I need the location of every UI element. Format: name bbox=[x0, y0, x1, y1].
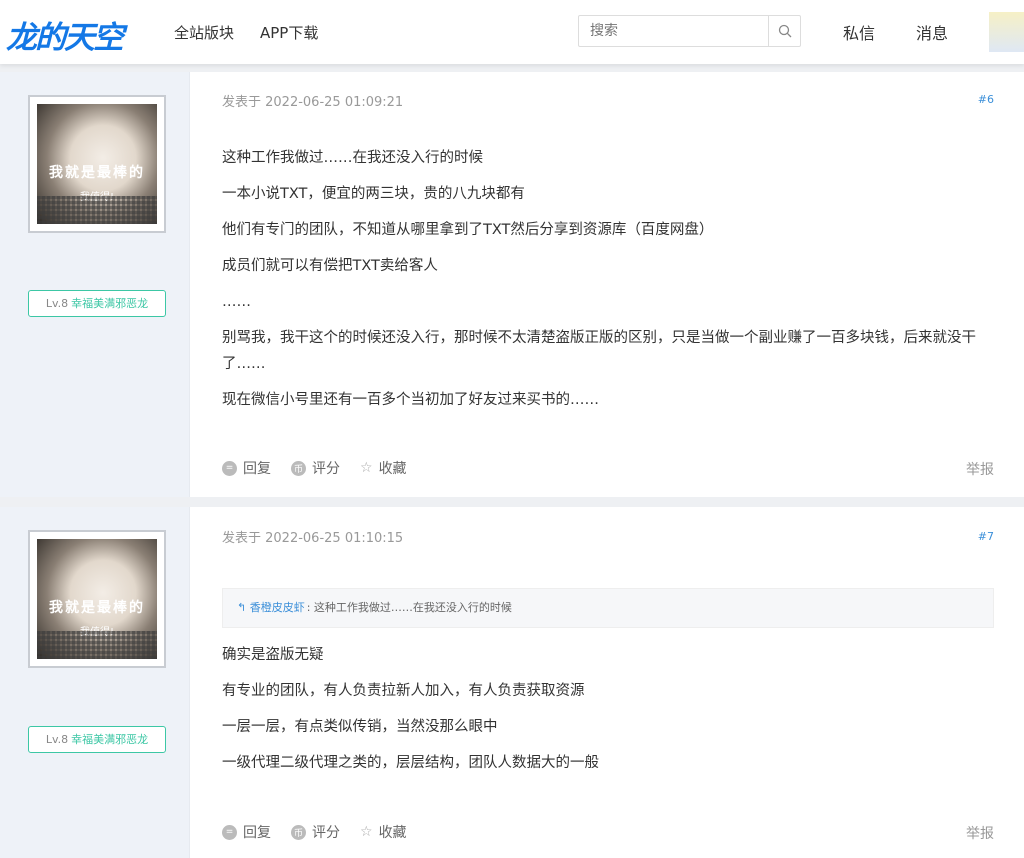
search-box bbox=[578, 15, 801, 47]
author-sidebar: 我就是最棒的我值得! Lv.8幸福美满邪恶龙 bbox=[0, 507, 190, 858]
notifications-link[interactable]: 消息 bbox=[916, 20, 948, 44]
avatar-image: 我就是最棒的我值得! bbox=[37, 104, 157, 224]
rate-icon: 币 bbox=[291, 460, 306, 476]
quoted-user-link[interactable]: 香橙皮皮虾 bbox=[250, 601, 305, 614]
author-avatar[interactable]: 我就是最棒的我值得! bbox=[28, 530, 166, 668]
post-time: 发表于 2022-06-25 01:09:21 bbox=[222, 95, 404, 110]
reply-button[interactable]: = 回复 bbox=[222, 822, 271, 842]
post-body: 确实是盗版无疑 有专业的团队，有人负责拉新人加入，有人负责获取资源 一层一层，有点类… bbox=[222, 647, 599, 771]
star-icon: ☆ bbox=[360, 824, 373, 840]
post-7: 我就是最棒的我值得! Lv.8幸福美满邪恶龙 发表于 2022-06-25 01… bbox=[0, 507, 1024, 858]
floor-number[interactable]: #7 bbox=[978, 530, 994, 543]
report-link[interactable]: 举报 bbox=[966, 823, 994, 843]
author-sidebar: 我就是最棒的我值得! Lv.8幸福美满邪恶龙 bbox=[0, 72, 190, 497]
reply-arrow-icon: ↰ bbox=[237, 601, 247, 614]
star-icon: ☆ bbox=[360, 460, 373, 476]
rate-button[interactable]: 币评分 bbox=[291, 822, 340, 842]
nav-all-boards[interactable]: 全站版块 bbox=[174, 22, 234, 43]
reply-button[interactable]: = 回复 bbox=[222, 458, 271, 478]
top-header: 龙的天空 全站版块 APP下载 私信 消息 bbox=[0, 0, 1024, 64]
nav-app-download[interactable]: APP下载 bbox=[260, 22, 318, 43]
report-link[interactable]: 举报 bbox=[966, 459, 994, 479]
user-level-badge: Lv.8 幸福美满邪恶龙 bbox=[28, 726, 166, 753]
post-time: 发表于 2022-06-25 01:10:15 bbox=[222, 531, 404, 546]
author-avatar[interactable]: 我就是最棒的我值得! bbox=[28, 95, 166, 233]
search-input[interactable] bbox=[579, 16, 769, 46]
post-body: 这种工作我做过……在我还没入行的时候 一本小说TXT，便宜的两三块，贵的八九块都有… bbox=[222, 150, 976, 408]
post-actions: = 回复 币评分 ☆ 收藏 bbox=[222, 458, 407, 478]
post-6: 我就是最棒的我值得! Lv.8幸福美满邪恶龙 发表于 2022-06-25 01… bbox=[0, 72, 1024, 497]
search-button[interactable] bbox=[768, 16, 800, 46]
site-logo[interactable]: 龙的天空 bbox=[6, 12, 124, 57]
favorite-button[interactable]: ☆ 收藏 bbox=[360, 822, 407, 842]
user-avatar[interactable] bbox=[989, 12, 1024, 52]
reply-icon: = bbox=[222, 824, 237, 840]
quoted-reply: ↰ 香橙皮皮虾: 这种工作我做过……在我还没入行的时候 bbox=[222, 588, 994, 628]
rate-icon: 币 bbox=[291, 824, 306, 840]
favorite-button[interactable]: ☆ 收藏 bbox=[360, 458, 407, 478]
private-messages-link[interactable]: 私信 bbox=[843, 20, 875, 44]
avatar-image: 我就是最棒的我值得! bbox=[37, 539, 157, 659]
floor-number[interactable]: #6 bbox=[978, 93, 994, 106]
post-actions: = 回复 币评分 ☆ 收藏 bbox=[222, 822, 407, 842]
user-level-badge: Lv.8 幸福美满邪恶龙 bbox=[28, 290, 166, 317]
rate-button[interactable]: 币评分 bbox=[291, 458, 340, 478]
reply-icon: = bbox=[222, 460, 237, 476]
search-icon bbox=[778, 24, 791, 38]
